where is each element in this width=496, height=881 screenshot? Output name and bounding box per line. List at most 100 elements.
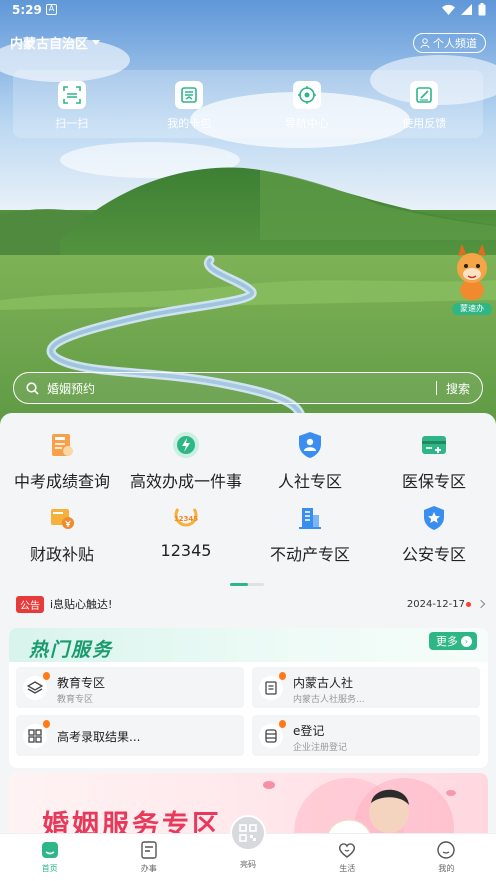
service-police[interactable]: 公安专区 — [372, 504, 496, 565]
hot-flame-icon — [279, 720, 286, 728]
service-label: 公安专区 — [401, 545, 466, 564]
service-real-estate[interactable]: 不动产专区 — [248, 504, 372, 565]
exam-score-icon — [48, 431, 76, 459]
subsidy-icon — [48, 504, 76, 532]
quick-action-navigation[interactable]: 导航中心 — [248, 70, 366, 138]
notice-date: 2024-12-17 — [406, 598, 465, 610]
personal-channel-button[interactable]: 个人频道 — [413, 33, 486, 53]
nav-home[interactable]: 首页 — [0, 834, 99, 881]
hotline-icon: 12345 — [172, 504, 200, 532]
user-icon — [420, 38, 430, 48]
qr-code-button[interactable] — [230, 815, 266, 851]
nav-label: 生活 — [339, 864, 356, 873]
battery-icon — [478, 3, 486, 16]
hot-service-title: 内蒙古人社 — [293, 676, 354, 690]
medical-card-icon — [420, 431, 448, 459]
wifi-icon — [442, 4, 455, 15]
navigation-icon — [292, 81, 321, 109]
service-medical-insurance[interactable]: 医保专区 — [372, 431, 496, 492]
more-label: 更多 — [436, 635, 458, 648]
hero-landscape-image — [0, 0, 496, 430]
hot-flame-icon — [43, 720, 50, 728]
lightning-icon — [172, 431, 200, 459]
service-label: 中考成绩查询 — [13, 472, 110, 491]
nav-tasks[interactable]: 办事 — [99, 834, 198, 881]
notice-text: i息贴心触达! — [50, 598, 113, 611]
service-grid-pager — [230, 583, 264, 586]
hot-service-title: 教育专区 — [57, 676, 106, 690]
search-divider — [435, 381, 437, 395]
region-selector[interactable]: 内蒙古自治区 — [10, 33, 101, 52]
quick-actions-panel: 扫一扫 我的卡包 导航中心 使用反馈 — [13, 70, 483, 138]
caret-down-icon — [92, 40, 101, 45]
hot-services-title: 热门服务 — [29, 639, 114, 661]
hot-services-section: 热门服务 更多 › 教育专区 教育专区 内蒙古人社 内蒙古人社服务... 高考录… — [9, 628, 488, 768]
unread-dot-icon — [466, 601, 471, 607]
service-label: 人社专区 — [277, 472, 342, 491]
scan-icon — [57, 81, 86, 109]
notice-tag: 公告 — [16, 595, 44, 613]
more-button[interactable]: 更多 › — [429, 632, 477, 650]
search-button[interactable]: 搜索 — [446, 380, 470, 397]
service-grid: 中考成绩查询 高效办成一件事 人社专区 医保专区 财政补贴 12345 1234… — [0, 431, 496, 565]
hot-service-subtitle: 教育专区 — [57, 695, 94, 705]
service-fiscal-subsidy[interactable]: 财政补贴 — [0, 504, 124, 565]
hot-service-card[interactable]: 内蒙古人社 内蒙古人社服务... — [252, 667, 480, 708]
status-indicator-icon: A — [46, 4, 57, 15]
heart-icon — [339, 843, 356, 858]
service-hotline-12345[interactable]: 12345 12345 — [124, 504, 248, 565]
quick-action-label: 导航中心 — [284, 117, 329, 130]
service-exam-score[interactable]: 中考成绩查询 — [0, 431, 124, 492]
grid-apps-icon — [23, 724, 47, 748]
region-label: 内蒙古自治区 — [10, 37, 89, 52]
chevron-right-icon — [476, 599, 486, 609]
status-bar: 5:29 A — [0, 0, 496, 22]
database-icon — [259, 724, 283, 748]
hot-flame-icon — [43, 672, 50, 680]
nav-label: 亮码 — [240, 860, 256, 869]
building-icon — [296, 504, 324, 532]
quick-action-scan[interactable]: 扫一扫 — [13, 70, 131, 138]
document-icon — [259, 676, 283, 700]
hot-service-card[interactable]: 高考录取结果... — [16, 715, 244, 756]
pager-active-indicator — [230, 583, 248, 586]
mascot-horse-icon — [457, 244, 487, 300]
police-badge-icon — [420, 504, 448, 532]
quick-action-label: 使用反馈 — [402, 117, 447, 130]
mascot-float-button[interactable]: 蒙速办 — [450, 240, 494, 318]
home-icon — [41, 842, 58, 858]
status-icons — [442, 3, 486, 16]
service-one-thing[interactable]: 高效办成一件事 — [124, 431, 248, 492]
hot-service-subtitle: 内蒙古人社服务... — [293, 695, 365, 705]
hot-service-title: 高考录取结果... — [57, 730, 141, 744]
service-label: 医保专区 — [401, 472, 466, 491]
nav-label: 我的 — [438, 864, 455, 873]
signal-icon — [461, 4, 472, 15]
search-bar[interactable]: 婚姻预约 搜索 — [13, 372, 483, 404]
card-wallet-icon — [175, 81, 204, 109]
service-label: 财政补贴 — [29, 545, 94, 564]
nav-label: 办事 — [140, 864, 157, 873]
layers-icon — [23, 676, 47, 700]
quick-action-card-wallet[interactable]: 我的卡包 — [131, 70, 249, 138]
search-icon — [26, 381, 39, 395]
service-social-security[interactable]: 人社专区 — [248, 431, 372, 492]
hot-flame-icon — [279, 672, 286, 680]
quick-action-label: 扫一扫 — [55, 117, 89, 130]
main-content: 中考成绩查询 高效办成一件事 人社专区 医保专区 财政补贴 12345 1234… — [0, 413, 496, 843]
nav-profile[interactable]: 我的 — [397, 834, 496, 881]
hot-service-card[interactable]: e登记 企业注册登记 — [252, 715, 480, 756]
mascot-badge: 蒙速办 — [452, 303, 492, 315]
nav-label: 首页 — [41, 864, 58, 873]
qr-code-icon — [239, 824, 257, 842]
status-time: 5:29 — [12, 3, 42, 17]
notice-bar[interactable]: 公告 i息贴心触达! 2024-12-17 — [16, 594, 486, 614]
service-label: 12345 — [160, 541, 212, 560]
service-label: 不动产专区 — [269, 545, 350, 564]
quick-action-label: 我的卡包 — [167, 117, 212, 130]
nav-life[interactable]: 生活 — [298, 834, 397, 881]
search-input[interactable]: 婚姻预约 — [47, 380, 436, 397]
tasks-icon — [141, 841, 157, 859]
quick-action-feedback[interactable]: 使用反馈 — [366, 70, 484, 138]
hot-service-card[interactable]: 教育专区 教育专区 — [16, 667, 244, 708]
